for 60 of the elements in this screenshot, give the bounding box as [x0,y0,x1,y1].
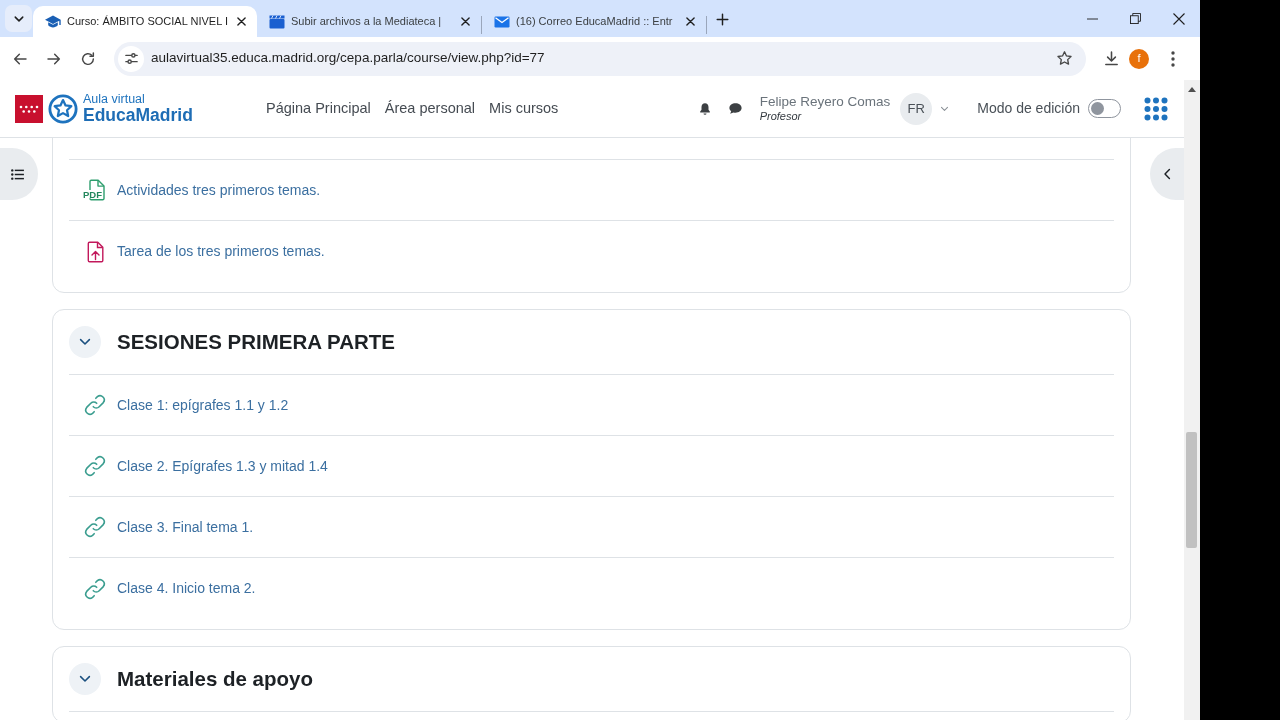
bell-icon [697,101,712,116]
scroll-up-arrow-icon[interactable] [1188,87,1196,92]
download-icon [1102,50,1120,67]
plus-icon [715,12,729,26]
close-icon [1172,12,1185,25]
list-icon [11,168,24,180]
edit-mode-toggle[interactable] [1088,99,1121,118]
chevron-down-icon [79,675,91,683]
activity-link[interactable]: Tarea de los tres primeros temas. [117,241,325,262]
logo-title: EducaMadrid [83,107,193,125]
clapperboard-icon [269,14,285,29]
close-icon [685,17,695,26]
star-ring-logo-icon [48,93,78,124]
star-icon [1055,50,1073,67]
minimize-icon [1087,17,1098,20]
chevron-down-icon[interactable] [940,104,950,113]
link-icon [83,576,107,601]
address-bar[interactable]: aulavirtual35.educa.madrid.org/cepa.parla/course/view.php?id=77 [114,41,1086,76]
activity-link[interactable]: Clase 4. Inicio tema 2. [117,578,256,599]
activity-link[interactable]: Clase 1: epígrafes 1.1 y 1.2 [117,394,289,416]
nav-link[interactable]: Área personal [384,97,476,120]
user-name: Felipe Reyero Comas [759,95,891,109]
browser-tab[interactable]: Curso: ÁMBITO SOCIAL NIVEL I [33,6,257,37]
envelope-icon [494,15,510,28]
course-index-drawer-button[interactable] [0,148,38,200]
close-icon [236,17,246,26]
edit-mode-label: Modo de edición [977,99,1080,118]
activity-link[interactable]: Clase 3. Final tema 1. [117,516,254,538]
tab-search-button[interactable] [5,5,32,32]
link-icon [83,454,107,478]
star-flag-icon [15,94,43,123]
apps-grid-icon [1144,96,1168,121]
url-text: aulavirtual35.educa.madrid.org/cepa.parla/course/view.php?id=77 [151,49,545,68]
link-icon [83,515,107,539]
section-title: SESIONES PRIMERA PARTE [117,328,395,355]
user-role: Profesor [759,110,803,122]
nav-link[interactable]: Página Principal [266,97,371,120]
reload-icon [80,50,96,67]
browser-tab[interactable]: Subir archivos a la Mediateca | [257,6,481,37]
nav-link[interactable]: Mis cursos [489,97,559,120]
chat-bubble-icon [728,101,744,116]
chevron-left-icon [1163,168,1171,180]
link-icon [83,393,107,417]
restore-icon [1130,13,1141,24]
graduation-cap-icon [45,14,61,29]
activity-link[interactable]: Clase 2. Epígrafes 1.3 y mitad 1.4 [117,455,328,477]
user-avatar[interactable]: FR [900,92,933,125]
section-title: Materiales de apoyo [117,665,313,692]
more-vertical-icon [1171,50,1175,67]
site-info-button[interactable] [118,45,144,72]
browser-tab[interactable]: (16) Correo EducaMadrid :: Entr [482,6,706,37]
collapse-button[interactable] [69,663,101,695]
collapse-button[interactable] [69,326,101,358]
chevron-down-icon [79,338,91,346]
activity-link[interactable]: Actividades tres primeros temas. [117,179,321,201]
logo-subtitle: Aula virtual [83,92,146,105]
apps-button[interactable] [1144,96,1168,121]
close-icon [460,17,470,26]
scrollbar-thumb[interactable] [1186,432,1197,548]
sliders-icon [123,51,139,66]
